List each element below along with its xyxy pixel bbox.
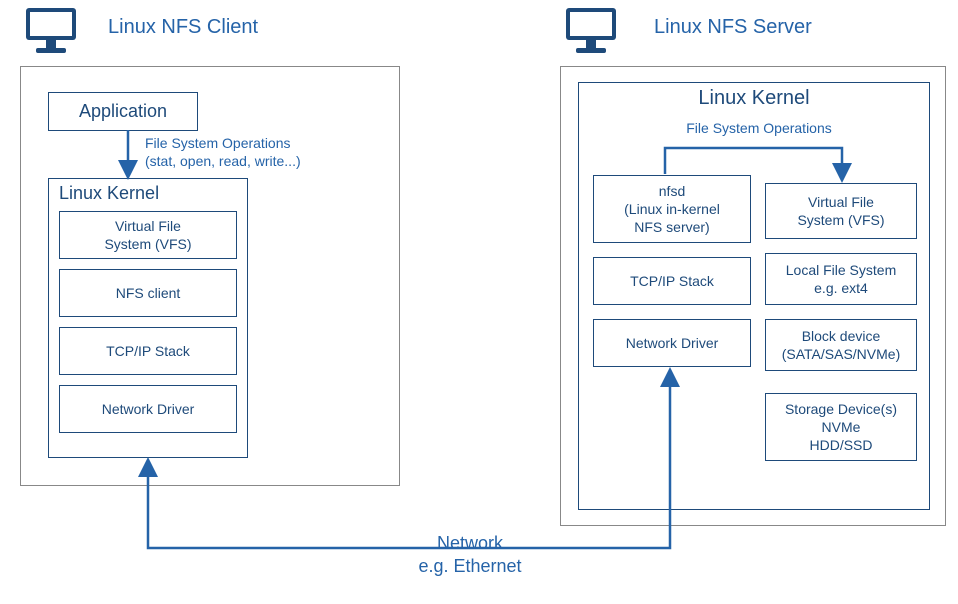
- client-tcpip-box: TCP/IP Stack: [59, 327, 237, 375]
- server-netdriver-box: Network Driver: [593, 319, 751, 367]
- client-vfs-box: Virtual File System (VFS): [59, 211, 237, 259]
- fsops-label-server: File System Operations: [659, 119, 859, 137]
- network-label: Network e.g. Ethernet: [350, 532, 590, 579]
- server-localfs-box: Local File System e.g. ext4: [765, 253, 917, 305]
- application-box: Application: [48, 92, 198, 131]
- server-storage-box: Storage Device(s) NVMe HDD/SSD: [765, 393, 917, 461]
- client-kernel-box: Linux Kernel Virtual File System (VFS) N…: [48, 178, 248, 458]
- computer-icon: [562, 6, 620, 54]
- computer-icon: [22, 6, 80, 54]
- client-title: Linux NFS Client: [108, 16, 258, 39]
- client-netdriver-box: Network Driver: [59, 385, 237, 433]
- server-kernel-title: Linux Kernel: [579, 87, 929, 110]
- server-blockdev-box: Block device (SATA/SAS/NVMe): [765, 319, 917, 371]
- server-vfs-box: Virtual File System (VFS): [765, 183, 917, 239]
- nfs-architecture-diagram: Linux NFS Client Application File System…: [0, 0, 958, 604]
- server-title: Linux NFS Server: [654, 16, 812, 39]
- server-kernel-box: Linux Kernel File System Operations nfsd…: [578, 82, 930, 510]
- client-nfsclient-box: NFS client: [59, 269, 237, 317]
- fsops-label-client: File System Operations (stat, open, read…: [145, 134, 360, 170]
- server-nfsd-box: nfsd (Linux in-kernel NFS server): [593, 175, 751, 243]
- client-kernel-title: Linux Kernel: [59, 183, 159, 204]
- server-tcpip-box: TCP/IP Stack: [593, 257, 751, 305]
